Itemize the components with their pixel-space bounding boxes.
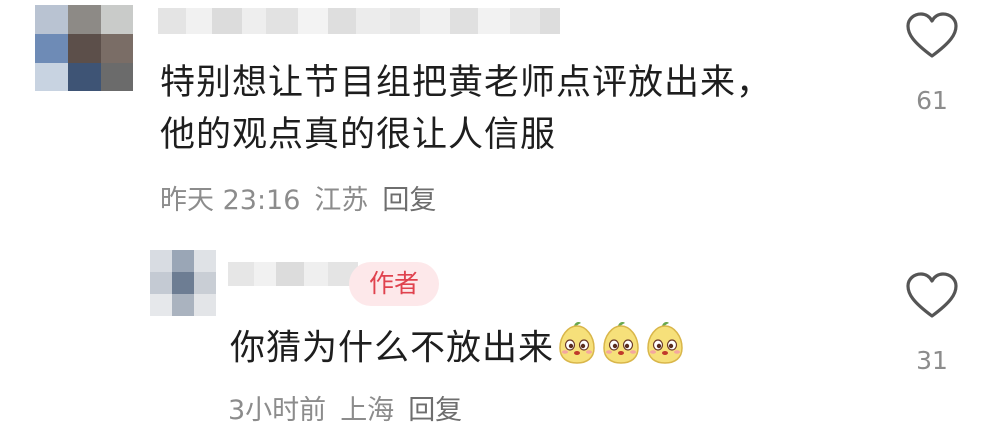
author-badge: 作者 xyxy=(349,262,439,306)
pear-face-emoji-icon xyxy=(556,320,598,379)
avatar-1[interactable] xyxy=(35,5,133,91)
heart-outline-icon[interactable] xyxy=(902,272,962,320)
reply-button[interactable]: 回复 xyxy=(408,388,462,427)
comment-text-line: 你猜为什么不放出来 xyxy=(230,328,555,369)
timestamp: 昨天 23:16 xyxy=(160,185,301,216)
comment-meta-1: 昨天 23:16 江苏 回复 xyxy=(160,178,436,217)
comment-text-line: 特别想让节目组把黄老师点评放出来， xyxy=(160,63,773,103)
reply-button[interactable]: 回复 xyxy=(382,178,436,217)
like-button-2[interactable]: 31 xyxy=(902,272,962,375)
emoji-row xyxy=(554,322,686,369)
username-blurred-1[interactable] xyxy=(158,8,560,34)
location: 江苏 xyxy=(314,185,369,216)
username-blurred-2[interactable] xyxy=(228,262,358,286)
like-button-1[interactable]: 61 xyxy=(902,12,962,115)
timestamp: 3小时前 xyxy=(228,395,327,426)
like-count: 31 xyxy=(916,346,948,375)
comment-meta-2: 3小时前 上海 回复 xyxy=(228,388,462,427)
comment-text-2: 你猜为什么不放出来 xyxy=(230,320,686,379)
comment-text-line: 他的观点真的很让人信服 xyxy=(160,115,557,155)
heart-outline-icon[interactable] xyxy=(902,12,962,60)
location: 上海 xyxy=(340,395,395,426)
pear-face-emoji-icon xyxy=(644,320,686,379)
pear-face-emoji-icon xyxy=(600,320,642,379)
comment-text-1: 特别想让节目组把黄老师点评放出来， 他的观点真的很让人信服 xyxy=(160,57,772,161)
avatar-2[interactable] xyxy=(150,250,216,316)
like-count: 61 xyxy=(916,86,948,115)
